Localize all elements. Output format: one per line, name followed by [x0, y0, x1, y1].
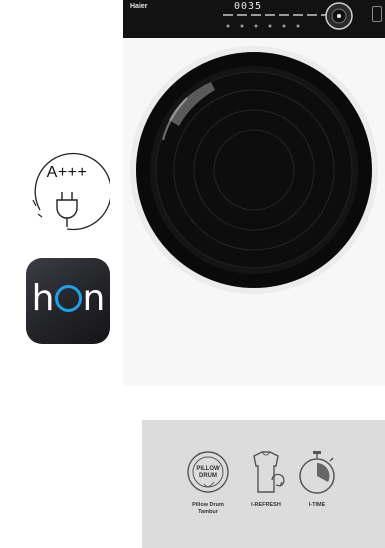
hon-logo-o [54, 285, 82, 312]
washing-machine-image: Haier [123, 0, 385, 386]
plug-icon [56, 192, 78, 227]
shirt-refresh-icon [253, 451, 285, 493]
pillow-drum-badge-line2: DRUM [199, 473, 217, 479]
energy-rating-label: A+++ [46, 164, 88, 181]
feature-label-line1: Pillow Drum [192, 502, 224, 508]
feature-i-time: I-TIME [292, 450, 342, 520]
pillow-drum-badge-line1: PILLOW [196, 466, 220, 472]
feature-label-line1: I-REFRESH [251, 502, 281, 508]
hon-app-icon[interactable]: hn [26, 258, 110, 344]
energy-badge-ring [32, 152, 110, 231]
drum-door [130, 46, 378, 294]
energy-rating-badge: A+++ [24, 148, 110, 234]
feature-i-refresh: I-REFRESH [242, 450, 290, 520]
pillow-drum-icon: PILLOW DRUM [187, 451, 229, 493]
hon-logo: hn [26, 278, 110, 319]
hon-logo-n: n [82, 278, 106, 319]
feature-label-line2: Tambur [198, 509, 218, 515]
feature-pillow-drum: PILLOW DRUM Pillow Drum Tambur [182, 450, 234, 520]
feature-label-line1: I-TIME [308, 502, 326, 508]
hon-logo-h: h [31, 278, 55, 319]
stopwatch-icon [299, 451, 335, 494]
feature-panel: PILLOW DRUM Pillow Drum Tambur I-REFRESH… [142, 420, 385, 548]
